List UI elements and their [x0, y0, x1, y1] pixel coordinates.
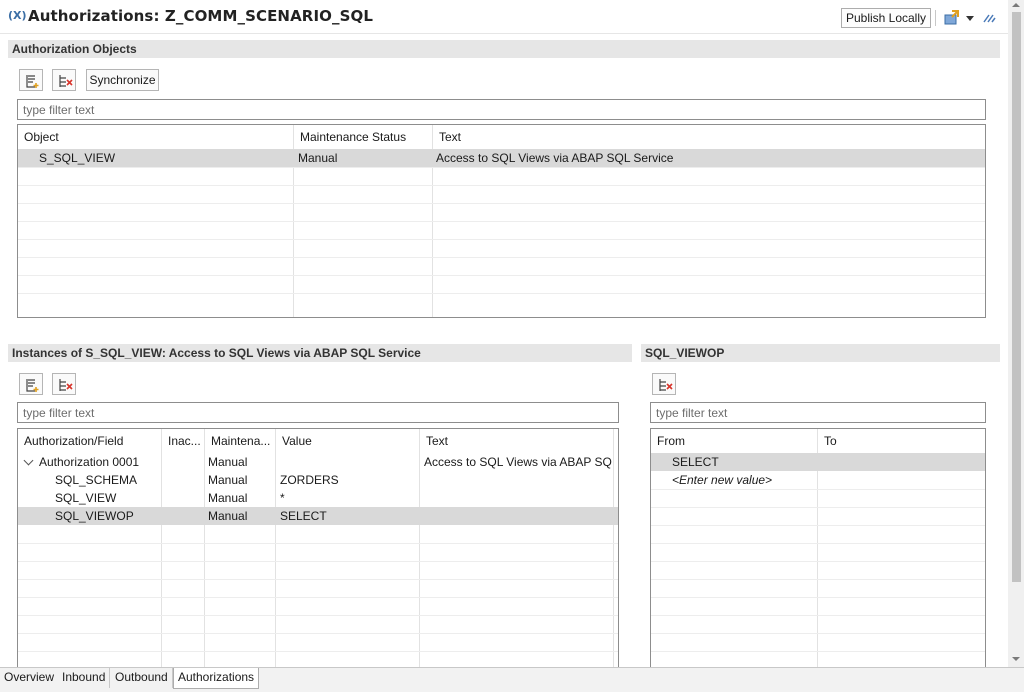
to-cell: [822, 453, 982, 471]
add-entry-icon: [26, 379, 39, 392]
auth-objects-table[interactable]: Object Maintenance Status Text S_SQL_VIE…: [17, 124, 986, 318]
tree-row-field[interactable]: SQL_SCHEMA Manual ZORDERS: [18, 471, 618, 489]
tab-overview[interactable]: Overview: [0, 668, 60, 688]
vertical-scrollbar[interactable]: [1008, 0, 1024, 668]
field-values-table-header: From To: [651, 429, 985, 453]
to-cell: [822, 471, 982, 489]
tree-row-field[interactable]: SQL_VIEW Manual *: [18, 489, 618, 507]
auth-objects-section-title: Authorization Objects: [8, 40, 1000, 58]
remove-value-button[interactable]: [652, 373, 676, 395]
scroll-up-icon[interactable]: [1012, 3, 1020, 7]
maintenance-cell: Manual: [208, 455, 248, 469]
tree-row-field-selected[interactable]: SQL_VIEWOP Manual SELECT: [18, 507, 618, 525]
scroll-down-icon[interactable]: [1012, 657, 1020, 661]
tree-row-authorization[interactable]: Authorization 0001 Manual Access to SQL …: [18, 453, 618, 471]
auth-objects-filter-input[interactable]: [17, 99, 986, 120]
inactive-cell: [164, 453, 202, 471]
transport-icon[interactable]: [944, 10, 960, 26]
text-cell: Access to SQL Views via ABAP SQL Service: [436, 151, 674, 165]
remove-entry-icon: [59, 75, 73, 87]
column-header-to[interactable]: To: [819, 429, 979, 453]
scrollbar-thumb[interactable]: [1012, 12, 1021, 582]
editor-tabs: Overview Inbound Outbound Authorizations: [0, 667, 1024, 692]
field-cell: SQL_SCHEMA: [55, 473, 138, 487]
instances-table[interactable]: Authorization/Field Inac... Maintena... …: [17, 428, 619, 668]
column-header-inactive[interactable]: Inac...: [163, 429, 204, 453]
instances-table-header: Authorization/Field Inac... Maintena... …: [18, 429, 618, 453]
new-value-row[interactable]: <Enter new value>: [651, 471, 985, 489]
column-header-authorization-field[interactable]: Authorization/Field: [19, 429, 161, 453]
publish-locally-button[interactable]: Publish Locally: [841, 8, 931, 28]
maintenance-cell: Manual: [208, 509, 248, 523]
remove-object-button[interactable]: [52, 69, 76, 91]
column-header-text[interactable]: Text: [421, 429, 613, 453]
column-header-text[interactable]: Text: [434, 125, 934, 149]
add-instance-button[interactable]: [19, 373, 43, 395]
inactive-cell: [164, 507, 202, 525]
chevron-down-icon[interactable]: [23, 455, 34, 466]
field-cell: Authorization 0001: [39, 455, 140, 469]
text-cell: [424, 471, 612, 489]
status-cell: Manual: [298, 151, 338, 165]
column-header-value[interactable]: Value: [277, 429, 417, 453]
field-values-section-title: SQL_VIEWOP: [641, 344, 1000, 362]
help-icon[interactable]: [981, 10, 997, 26]
column-header-from[interactable]: From: [652, 429, 816, 453]
synchronize-button[interactable]: Synchronize: [86, 69, 159, 91]
value-cell: [280, 453, 416, 471]
text-cell: Access to SQL Views via ABAP SQL Service: [424, 455, 612, 469]
enter-new-value-cell[interactable]: <Enter new value>: [672, 471, 812, 489]
toolbar-separator: [935, 10, 936, 26]
remove-entry-icon: [659, 379, 673, 391]
remove-instance-button[interactable]: [52, 373, 76, 395]
instances-filter-input[interactable]: [17, 402, 619, 423]
value-cell: ZORDERS: [280, 473, 339, 487]
column-header-maintenance-status[interactable]: Maintenance Status: [295, 125, 431, 149]
auth-objects-table-header: Object Maintenance Status Text: [18, 125, 985, 149]
table-row[interactable]: S_SQL_VIEW Manual Access to SQL Views vi…: [18, 149, 985, 167]
column-header-object[interactable]: Object: [19, 125, 293, 149]
add-object-button[interactable]: [19, 69, 43, 91]
tab-inbound[interactable]: Inbound: [58, 668, 111, 688]
remove-entry-icon: [59, 379, 73, 391]
editor-header: (X) Authorizations: Z_COMM_SCENARIO_SQL …: [0, 0, 1008, 34]
chevron-down-icon[interactable]: [966, 16, 974, 21]
value-row-selected[interactable]: SELECT: [651, 453, 985, 471]
add-entry-icon: [26, 75, 39, 88]
object-cell: S_SQL_VIEW: [39, 151, 116, 165]
tab-authorizations[interactable]: Authorizations: [173, 668, 260, 689]
instances-section-title: Instances of S_SQL_VIEW: Access to SQL V…: [8, 344, 632, 362]
variable-icon: (X): [8, 9, 27, 22]
tab-outbound[interactable]: Outbound: [111, 668, 173, 688]
field-cell: SQL_VIEW: [55, 491, 117, 505]
field-values-filter-input[interactable]: [650, 402, 986, 423]
inactive-cell: [164, 471, 202, 489]
text-cell: [424, 507, 612, 525]
from-cell: SELECT: [672, 455, 719, 469]
page-title: Authorizations: Z_COMM_SCENARIO_SQL: [28, 7, 373, 25]
maintenance-cell: Manual: [208, 491, 248, 505]
maintenance-cell: Manual: [208, 473, 248, 487]
value-cell: SELECT: [280, 509, 327, 523]
value-cell: *: [280, 491, 285, 505]
inactive-cell: [164, 489, 202, 507]
column-header-maintenance[interactable]: Maintena...: [206, 429, 278, 453]
field-cell: SQL_VIEWOP: [55, 509, 134, 523]
text-cell: [424, 489, 612, 507]
field-values-table[interactable]: From To SELECT <Enter new value>: [650, 428, 986, 668]
